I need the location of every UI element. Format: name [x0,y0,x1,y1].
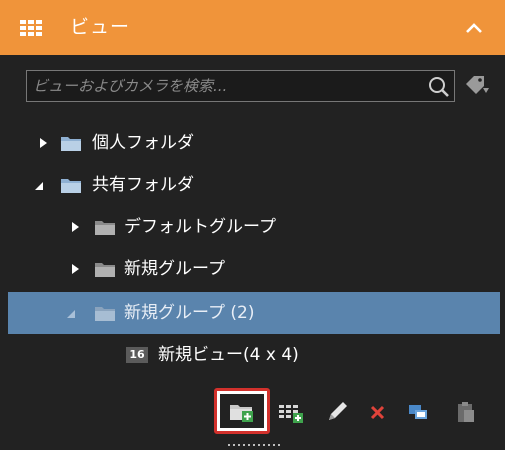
folder-icon [95,263,115,277]
tree-item-label: 個人フォルダ [92,133,194,153]
folder-open-icon [61,179,81,193]
tree-item-label: 共有フォルダ [92,175,194,195]
tree-item-shared-folder[interactable]: 共有フォルダ [0,164,505,206]
tree-item-label: デフォルトグループ [124,217,276,237]
collapse-button[interactable] [457,14,491,42]
tree-item-label: 新規グループ [124,259,225,279]
paste-icon [458,402,474,422]
panel-title: ビュー [70,16,131,38]
resize-grip[interactable] [228,443,284,447]
tree-item-new-group[interactable]: 新規グループ [0,248,505,290]
expand-arrow-icon[interactable] [38,137,48,149]
view-layout-badge: 16 [126,347,148,363]
search-box [26,70,455,102]
tree-item-label: 新規グループ (2) [124,303,255,323]
folder-icon [61,137,81,151]
search-icon[interactable] [427,75,451,99]
edit-icon [329,402,347,420]
grid-icon [20,20,42,36]
delete-icon [370,405,385,420]
search-input[interactable] [33,71,413,101]
delete-button[interactable] [364,398,392,426]
tag-filter-icon[interactable] [463,74,491,100]
collapse-arrow-icon[interactable] [34,180,44,192]
folder-open-icon [95,307,115,321]
paste-button[interactable] [452,398,480,426]
new-view-icon [279,405,303,423]
copy-icon [409,405,427,419]
expand-arrow-icon[interactable] [70,221,80,233]
tree-item-new-view[interactable]: 16 新規ビュー(4 x 4) [0,334,505,376]
copy-button[interactable] [405,398,433,426]
tree-item-personal-folder[interactable]: 個人フォルダ [0,122,505,164]
new-folder-icon [230,405,253,422]
tree-item-new-group-2[interactable]: 新規グループ (2) [8,292,500,334]
edit-button[interactable] [323,398,351,426]
tree-item-default-group[interactable]: デフォルトグループ [0,206,505,248]
folder-icon [95,221,115,235]
new-folder-button[interactable] [228,398,256,426]
tree-item-label: 新規ビュー(4 x 4) [158,345,299,365]
panel-header[interactable]: ビュー [0,0,505,55]
collapse-arrow-icon[interactable] [66,308,76,320]
views-panel: ビュー 個人フォルダ 共有フォルダ デフォルトグループ [0,0,505,450]
chevron-up-icon [466,23,482,33]
expand-arrow-icon[interactable] [70,263,80,275]
new-view-button[interactable] [277,398,305,426]
